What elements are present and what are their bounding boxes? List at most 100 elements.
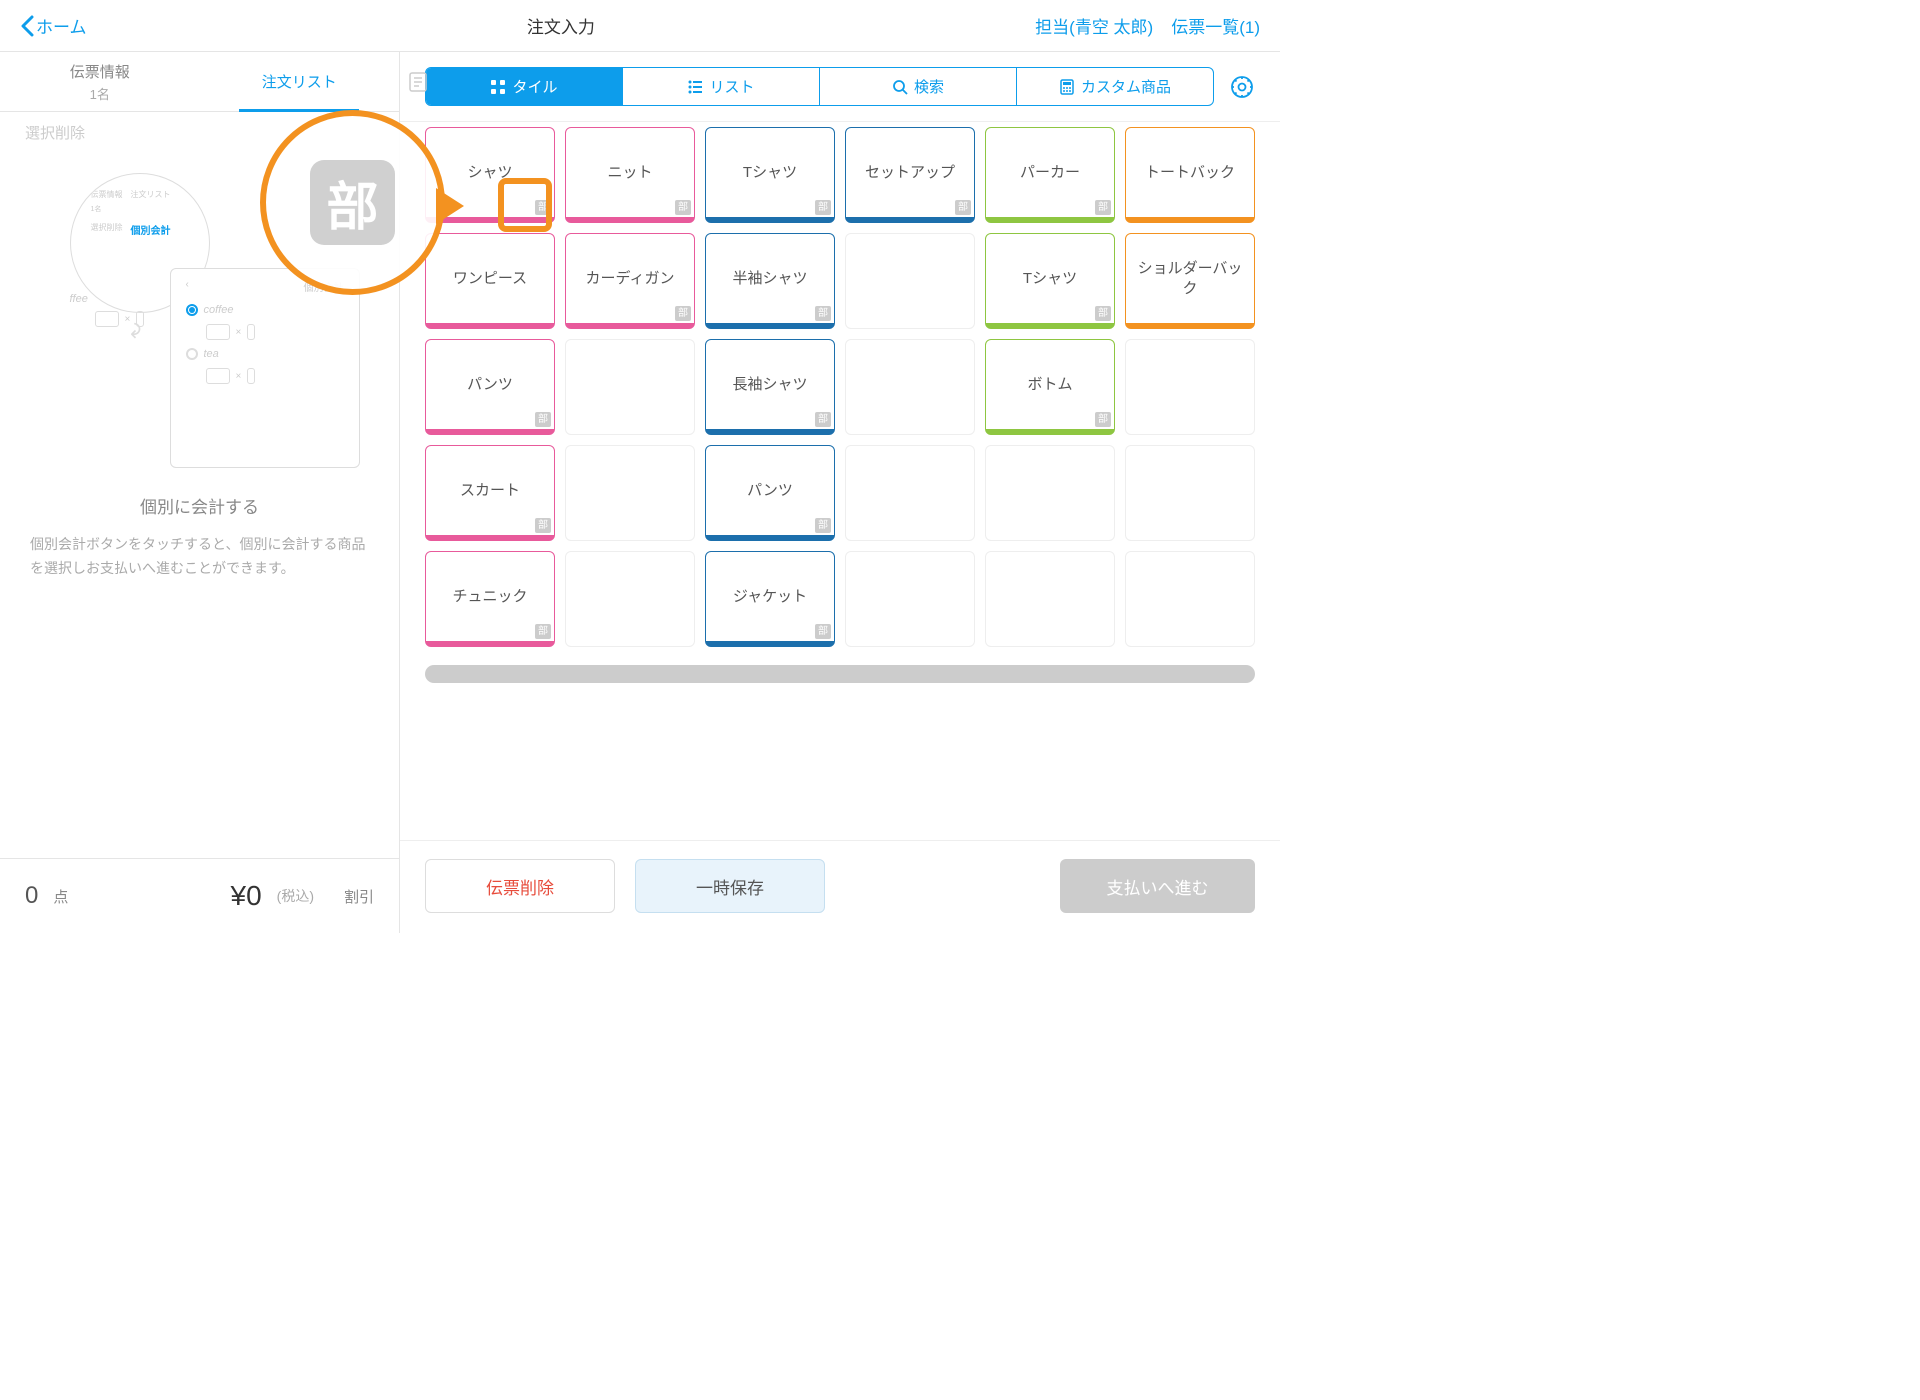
tab-slip-info-label: 伝票情報 [70,61,130,82]
product-tile-empty [1125,445,1255,541]
main-layout: 伝票情報 1名 注文リスト 選択削除 伝票情報 注文リスト [0,52,1280,933]
settings-button[interactable] [1229,74,1255,100]
tile-department-badge: 部 [815,200,831,215]
product-tile[interactable]: セットアップ部 [845,127,975,223]
tile-department-badge: 部 [535,200,551,215]
illus-tea-item: tea [204,348,219,360]
product-tile[interactable]: トートバック [1125,127,1255,223]
product-tile[interactable]: カーディガン部 [565,233,695,329]
seg-list[interactable]: リスト [623,68,820,105]
illus-sentaku: 選択削除 [91,222,123,237]
product-tile[interactable]: パーカー部 [985,127,1115,223]
staff-link[interactable]: 担当(青空 太郎) [1035,13,1153,38]
illus-tab1-sub: 1名 [91,204,189,214]
product-grid-wrap: シャツ部ニット部Tシャツ部セットアップ部パーカー部トートバックワンピースカーディ… [400,122,1280,840]
product-tile-empty [845,233,975,329]
tile-department-badge: 部 [815,624,831,639]
product-tile[interactable]: ニット部 [565,127,695,223]
back-button[interactable]: ホーム [20,13,87,38]
chevron-left-icon [20,15,34,37]
illus-tab1: 伝票情報 [91,189,123,200]
product-tile[interactable]: Tシャツ部 [705,127,835,223]
illus-arrow-icon: ↷ [120,322,145,339]
tile-department-badge: 部 [675,200,691,215]
seg-custom[interactable]: カスタム商品 [1017,68,1213,105]
illus-tab2: 注文リスト [131,189,171,200]
header-actions: 担当(青空 太郎) 伝票一覧(1) [1035,13,1260,38]
seg-search[interactable]: 検索 [820,68,1017,105]
seg-custom-label: カスタム商品 [1081,76,1171,97]
seg-tile-label: タイル [512,76,557,97]
back-label: ホーム [36,13,87,38]
tile-department-badge: 部 [535,412,551,427]
tile-department-badge: 部 [955,200,971,215]
view-segmented-control: タイル リスト 検索 カスタム商品 [425,67,1214,106]
seg-list-label: リスト [709,76,754,97]
product-tile[interactable]: 長袖シャツ部 [705,339,835,435]
gear-icon [1229,74,1255,100]
seg-tile[interactable]: タイル [426,68,623,105]
tile-department-badge: 部 [675,306,691,321]
product-tile[interactable]: チュニック部 [425,551,555,647]
tile-department-badge: 部 [1095,412,1111,427]
slips-link[interactable]: 伝票一覧(1) [1171,13,1260,38]
illus-kobetsu: 個別会計 [131,222,171,237]
tab-slip-info[interactable]: 伝票情報 1名 [0,52,200,111]
tax-label: (税込) [277,886,314,906]
bottom-summary: 0 点 ¥0 (税込) 割引 [0,858,399,933]
product-tile-empty [565,551,695,647]
grid-icon [490,79,506,95]
tab-order-list-label: 注文リスト [262,71,337,92]
product-tile[interactable]: 半袖シャツ部 [705,233,835,329]
tab-order-list[interactable]: 注文リスト [200,52,400,111]
horizontal-scrollbar[interactable] [425,665,1255,683]
product-tile[interactable]: スカート部 [425,445,555,541]
empty-desc: 個別会計ボタンをタッチすると、個別に会計する商品を選択しお支払いへ進むことができ… [30,533,369,581]
product-tile[interactable]: パンツ部 [425,339,555,435]
tile-department-badge: 部 [815,518,831,533]
calculator-icon [1059,79,1075,95]
illus-panel-title: 個別会計 [304,279,344,294]
left-tabs: 伝票情報 1名 注文リスト [0,52,399,112]
left-toolbar: 選択削除 [0,112,399,153]
tile-department-badge: 部 [535,624,551,639]
tab-slip-info-sub: 1名 [90,84,110,103]
search-icon [892,79,908,95]
empty-title: 個別に会計する [30,493,369,518]
product-tile-empty [845,339,975,435]
product-tile[interactable]: ショルダーバック [1125,233,1255,329]
product-tile[interactable]: シャツ部 [425,127,555,223]
product-tile[interactable]: パンツ部 [705,445,835,541]
product-grid: シャツ部ニット部Tシャツ部セットアップ部パーカー部トートバックワンピースカーディ… [425,127,1255,647]
right-panel: タイル リスト 検索 カスタム商品 シャツ部ニット部T [400,52,1280,933]
product-tile-empty [565,339,695,435]
action-bar: 伝票削除 一時保存 支払いへ進む [400,840,1280,933]
page-title: 注文入力 [87,13,1036,38]
empty-illustration: 伝票情報 注文リスト 1名 選択削除 個別会計 ffee × ↷ ‹個別会計 [70,173,330,473]
illus-panel: ‹個別会計 coffee × tea × [170,268,360,468]
seg-search-label: 検索 [914,76,944,97]
tile-department-badge: 部 [815,306,831,321]
view-segmented-row: タイル リスト 検索 カスタム商品 [400,52,1280,122]
proceed-payment-button[interactable]: 支払いへ進む [1060,859,1255,913]
product-tile[interactable]: ワンピース [425,233,555,329]
tile-department-badge: 部 [1095,200,1111,215]
illus-ffee: ffee [70,293,88,305]
temp-save-button[interactable]: 一時保存 [635,859,825,913]
product-tile-empty [565,445,695,541]
tile-department-badge: 部 [815,412,831,427]
list-icon [687,79,703,95]
item-count: 0 [25,882,38,910]
total-price: ¥0 [231,880,262,912]
product-tile[interactable]: Tシャツ部 [985,233,1115,329]
delete-slip-button[interactable]: 伝票削除 [425,859,615,913]
product-tile[interactable]: ボトム部 [985,339,1115,435]
discount-button[interactable]: 割引 [344,886,374,907]
select-delete-button[interactable]: 選択削除 [25,122,85,143]
product-tile-empty [1125,551,1255,647]
left-panel: 伝票情報 1名 注文リスト 選択削除 伝票情報 注文リスト [0,52,400,933]
notes-icon[interactable] [407,71,429,93]
product-tile-empty [985,445,1115,541]
product-tile[interactable]: ジャケット部 [705,551,835,647]
product-tile-empty [845,551,975,647]
